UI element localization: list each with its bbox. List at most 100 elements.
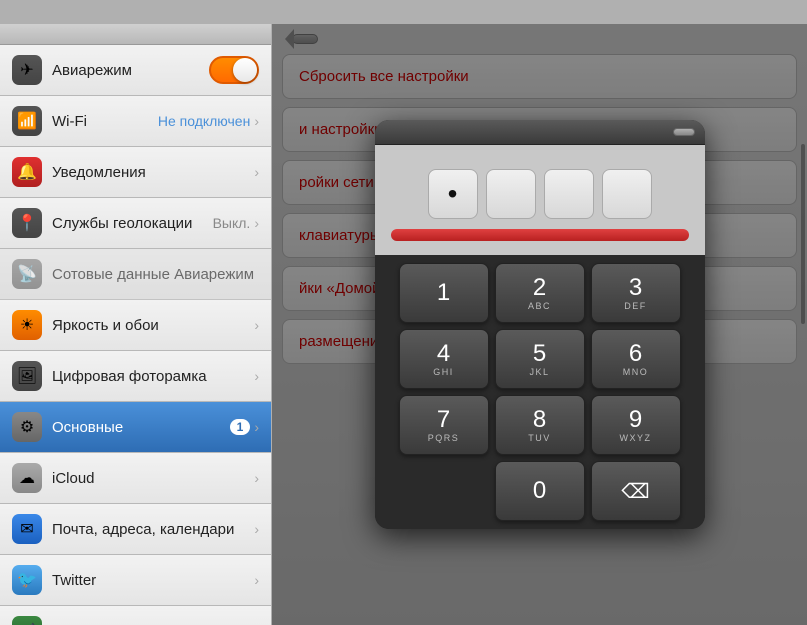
- chevron-location: ›: [254, 215, 259, 231]
- numpad-num-1-0: 2: [533, 276, 546, 300]
- sidebar-item-cellular[interactable]: 📡 Сотовые данные Авиарежим: [0, 249, 271, 300]
- status-bar: [0, 0, 807, 24]
- numpad-sub-1-2: TUV: [528, 433, 551, 443]
- sidebar-item-label-twitter: Twitter: [52, 572, 250, 589]
- cellular-icon: 📡: [12, 259, 42, 289]
- numpad-btn-2[interactable]: 2ABC: [495, 263, 585, 323]
- numpad-btn-5[interactable]: 5JKL: [495, 329, 585, 389]
- numpad-delete-button[interactable]: ⌫: [591, 461, 681, 521]
- location-icon: 📍: [12, 208, 42, 238]
- numpad-num-0-0: 1: [437, 281, 450, 305]
- numpad-num-2-2: 9: [629, 408, 642, 432]
- chevron-icloud: ›: [254, 470, 259, 486]
- numpad-num-2-1: 6: [629, 342, 642, 366]
- chevron-photoframe: ›: [254, 368, 259, 384]
- numpad-btn-8[interactable]: 8TUV: [495, 395, 585, 455]
- general-icon: ⚙: [12, 412, 42, 442]
- numpad-num-0-1: 4: [437, 342, 450, 366]
- numpad-sub-0-2: PQRS: [428, 433, 460, 443]
- sidebar-item-label-cellular: Сотовые данные Авиарежим: [52, 266, 259, 283]
- chevron-general: ›: [254, 419, 259, 435]
- sidebar-item-twitter[interactable]: 🐦 Twitter›: [0, 555, 271, 606]
- numpad-btn-7[interactable]: 7PQRS: [399, 395, 489, 455]
- airplane-icon: ✈: [12, 55, 42, 85]
- right-panel: Сбросить все настройкии настройкиройки с…: [272, 24, 807, 625]
- sidebar-item-location[interactable]: 📍 Службы геолокации Выкл.›: [0, 198, 271, 249]
- numpad-btn-0[interactable]: 0: [495, 461, 585, 521]
- numpad-btn-4[interactable]: 4GHI: [399, 329, 489, 389]
- sidebar-item-wifi[interactable]: 📶 Wi-Fi Не подключен›: [0, 96, 271, 147]
- password-dialog: • 12ABC3DEF4GHI5JKL6MNO7PQRS8TUV9WXYZ0⌫: [375, 120, 705, 529]
- pin-dot-1: [486, 169, 536, 219]
- sidebar-title: [0, 24, 271, 45]
- sidebar-item-facetime[interactable]: 📹FaceTime›: [0, 606, 271, 625]
- numpad-btn-1[interactable]: 1: [399, 263, 489, 323]
- dialog-header: [375, 120, 705, 145]
- modal-overlay: • 12ABC3DEF4GHI5JKL6MNO7PQRS8TUV9WXYZ0⌫: [272, 24, 807, 625]
- numpad-num-2-0: 3: [629, 276, 642, 300]
- numpad-sub-2-2: WXYZ: [620, 433, 652, 443]
- numpad-num-1-3: 0: [533, 479, 546, 503]
- sidebar-item-general[interactable]: ⚙ Основные1›: [0, 402, 271, 453]
- numpad-btn-9[interactable]: 9WXYZ: [591, 395, 681, 455]
- numpad: 12ABC3DEF4GHI5JKL6MNO7PQRS8TUV9WXYZ0⌫: [375, 255, 705, 529]
- sidebar-item-brightness[interactable]: ☀ Яркость и обои›: [0, 300, 271, 351]
- numpad-sub-2-1: MNO: [623, 367, 649, 377]
- icloud-icon: ☁: [12, 463, 42, 493]
- sidebar: ✈АвиарежимI📶Wi-FiНе подключен›🔔Уведомлен…: [0, 24, 272, 625]
- chevron-twitter: ›: [254, 572, 259, 588]
- badge-general: 1: [230, 419, 251, 435]
- sidebar-item-label-mail: Почта, адреса, календари: [52, 521, 250, 538]
- chevron-wifi: ›: [254, 113, 259, 129]
- chevron-brightness: ›: [254, 317, 259, 333]
- sidebar-item-icloud[interactable]: ☁ iCloud›: [0, 453, 271, 504]
- toggle-airplane[interactable]: I: [209, 56, 259, 84]
- sidebar-item-label-icloud: iCloud: [52, 470, 250, 487]
- numpad-num-1-1: 5: [533, 342, 546, 366]
- error-message: [391, 229, 689, 241]
- sidebar-item-notifications[interactable]: 🔔 Уведомления›: [0, 147, 271, 198]
- sidebar-item-label-photoframe: Цифровая фоторамка: [52, 368, 250, 385]
- numpad-sub-0-1: GHI: [433, 367, 454, 377]
- numpad-btn-3[interactable]: 3DEF: [591, 263, 681, 323]
- toggle-thumb-airplane: [233, 58, 257, 82]
- sidebar-list: ✈АвиарежимI📶Wi-FiНе подключен›🔔Уведомлен…: [0, 45, 271, 625]
- facetime-icon: 📹: [12, 616, 42, 625]
- numpad-sub-1-0: ABC: [528, 301, 551, 311]
- numpad-sub-2-0: DEF: [624, 301, 647, 311]
- sidebar-item-label-notifications: Уведомления: [52, 164, 250, 181]
- sidebar-item-mail[interactable]: ✉ Почта, адреса, календари›: [0, 504, 271, 555]
- brightness-icon: ☀: [12, 310, 42, 340]
- sidebar-item-sublabel-wifi: Не подключен: [158, 113, 250, 129]
- sidebar-item-label-wifi: Wi-Fi: [52, 113, 152, 130]
- notifications-icon: 🔔: [12, 157, 42, 187]
- numpad-sub-1-1: JKL: [529, 367, 549, 377]
- pin-dot-0: •: [428, 169, 478, 219]
- numpad-num-1-2: 8: [533, 408, 546, 432]
- numpad-row-1: 4GHI5JKL6MNO: [383, 329, 697, 389]
- dialog-cancel-button[interactable]: [673, 128, 695, 136]
- sidebar-item-label-airplane: Авиарежим: [52, 62, 209, 79]
- numpad-row-0: 12ABC3DEF: [383, 263, 697, 323]
- numpad-btn-6[interactable]: 6MNO: [591, 329, 681, 389]
- sidebar-item-label-general: Основные: [52, 419, 230, 436]
- sidebar-item-photoframe[interactable]: 🖼 Цифровая фоторамка›: [0, 351, 271, 402]
- dialog-body: •: [375, 145, 705, 255]
- chevron-mail: ›: [254, 521, 259, 537]
- sidebar-item-sublabel-location: Выкл.: [213, 215, 251, 231]
- numpad-num-2-3: ⌫: [621, 479, 649, 504]
- wifi-icon: 📶: [12, 106, 42, 136]
- photoframe-icon: 🖼: [12, 361, 42, 391]
- numpad-empty: [399, 461, 489, 521]
- twitter-icon: 🐦: [12, 565, 42, 595]
- sidebar-item-label-brightness: Яркость и обои: [52, 317, 250, 334]
- mail-icon: ✉: [12, 514, 42, 544]
- pin-dot-3: [602, 169, 652, 219]
- chevron-notifications: ›: [254, 164, 259, 180]
- numpad-num-0-2: 7: [437, 408, 450, 432]
- sidebar-item-label-location: Службы геолокации: [52, 215, 207, 232]
- pin-dot-2: [544, 169, 594, 219]
- pin-dots: •: [391, 169, 689, 219]
- sidebar-item-airplane[interactable]: ✈ АвиарежимI: [0, 45, 271, 96]
- numpad-row-3: 0⌫: [383, 461, 697, 521]
